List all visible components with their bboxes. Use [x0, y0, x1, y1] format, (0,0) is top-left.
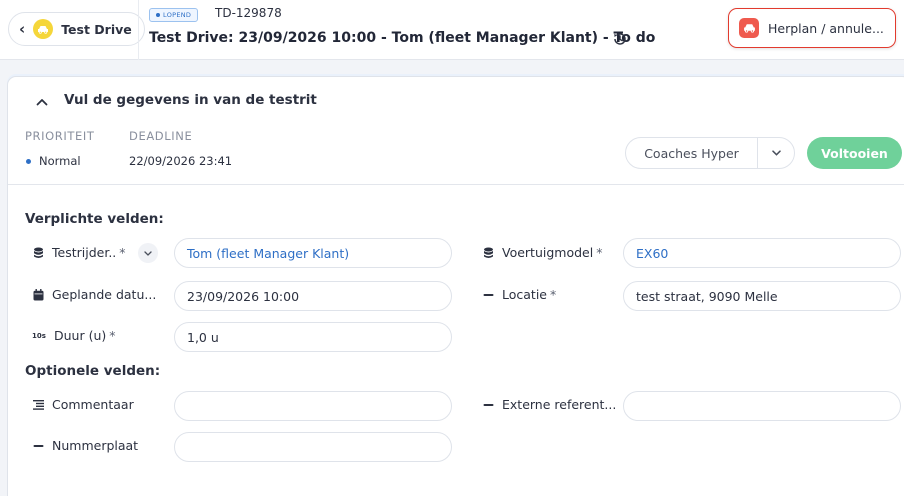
- calendar-icon: [32, 288, 44, 301]
- required-mark: *: [596, 245, 603, 260]
- planned-date-label-text: Geplande datu...: [52, 287, 157, 302]
- dash-icon: [482, 289, 494, 301]
- finish-button[interactable]: Voltooien: [807, 137, 902, 169]
- required-fields-title: Verplichte velden:: [25, 211, 164, 227]
- location-label: Locatie *: [482, 287, 556, 302]
- reschedule-label: Herplan / annule...: [768, 20, 884, 36]
- history-icon[interactable]: [612, 31, 628, 47]
- header-divider: [138, 0, 139, 60]
- chevron-left-icon: ‹: [19, 19, 26, 38]
- priority-label: PRIORITEIT: [25, 129, 95, 143]
- location-label-text: Locatie: [502, 287, 547, 302]
- test-driver-field[interactable]: Tom (fleet Manager Klant): [174, 238, 452, 268]
- status-badge-label: LOPEND: [163, 11, 192, 19]
- vehicle-model-label-text: Voertuigmodel: [502, 245, 594, 260]
- chevron-down-icon[interactable]: [758, 150, 794, 156]
- back-button[interactable]: ‹ Test Drive: [8, 12, 145, 46]
- required-mark: *: [119, 245, 126, 260]
- test-driver-label: Testrijder.. *: [32, 245, 126, 260]
- dash-icon: [32, 440, 44, 452]
- priority-value: Normal: [26, 154, 81, 168]
- car-icon: [739, 18, 759, 38]
- test-driver-label-text: Testrijder..: [52, 245, 117, 260]
- chevron-up-icon[interactable]: [36, 95, 48, 110]
- priority-dot-icon: [26, 158, 31, 164]
- required-mark: *: [550, 287, 557, 302]
- test-driver-dropdown-icon[interactable]: [138, 243, 158, 263]
- license-plate-label-text: Nummerplaat: [52, 438, 139, 453]
- coach-button[interactable]: Coaches Hyper: [626, 138, 758, 168]
- priority-text: Normal: [39, 154, 81, 168]
- status-dot-icon: [156, 13, 160, 17]
- optional-fields-title: Optionele velden:: [25, 363, 161, 379]
- back-label: Test Drive: [61, 21, 132, 37]
- deadline-label: DEADLINE: [129, 129, 193, 143]
- duration-label: 10s Duur (u) *: [32, 328, 116, 343]
- section-title: Vul de gegevens in van de testrit: [64, 92, 317, 108]
- database-icon: [482, 247, 494, 259]
- card-divider: [8, 184, 904, 185]
- planned-date-field[interactable]: 23/09/2026 10:00: [174, 281, 452, 311]
- comment-field[interactable]: [174, 391, 452, 421]
- testdrive-form-card: Vul de gegevens in van de testrit PRIORI…: [7, 76, 904, 496]
- license-plate-field[interactable]: [174, 432, 452, 462]
- vehicle-model-label: Voertuigmodel *: [482, 245, 602, 260]
- vehicle-model-field[interactable]: EX60: [623, 238, 901, 268]
- planned-date-label: Geplande datu...: [32, 287, 156, 302]
- external-ref-field[interactable]: [623, 391, 901, 421]
- reschedule-cancel-button[interactable]: Herplan / annule...: [728, 8, 896, 48]
- deadline-value: 22/09/2026 23:41: [129, 154, 233, 168]
- car-icon: [33, 19, 54, 39]
- comment-label: Commentaar: [32, 397, 134, 412]
- external-ref-label: Externe referent...: [482, 397, 616, 412]
- status-badge: LOPEND: [149, 8, 199, 22]
- coach-split-button: Coaches Hyper: [625, 137, 795, 169]
- comment-label-text: Commentaar: [52, 397, 134, 412]
- reference-id: TD-129878: [215, 6, 282, 20]
- license-plate-label: Nummerplaat: [32, 438, 138, 453]
- duration-label-text: Duur (u): [54, 328, 107, 343]
- location-field[interactable]: test straat, 9090 Melle: [623, 281, 901, 311]
- page-title: Test Drive: 23/09/2026 10:00 - Tom (flee…: [149, 30, 656, 46]
- top-header: ‹ Test Drive LOPEND TD-129878 Test Drive…: [0, 0, 904, 60]
- dash-icon: [482, 399, 494, 411]
- duration-field[interactable]: 1,0 u: [174, 322, 452, 352]
- required-mark: *: [109, 328, 116, 343]
- timer-icon: 10s: [32, 331, 46, 340]
- database-icon: [32, 247, 44, 259]
- text-lines-icon: [32, 399, 44, 411]
- external-ref-label-text: Externe referent...: [502, 397, 617, 412]
